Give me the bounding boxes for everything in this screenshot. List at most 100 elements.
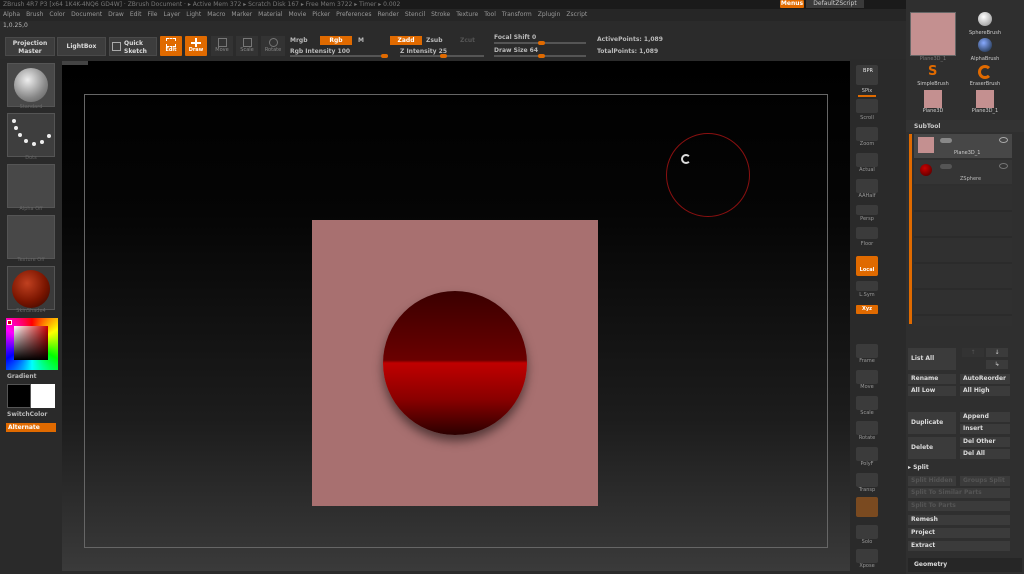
projection-master-button[interactable]: Projection Master	[5, 37, 55, 56]
plane3d-thumbnail[interactable]	[924, 90, 942, 108]
menu-item-layer[interactable]: Layer	[161, 9, 184, 21]
solo-icon[interactable]	[856, 525, 878, 539]
frame-icon[interactable]	[856, 344, 878, 358]
focal-shift-slider[interactable]	[494, 41, 586, 45]
visibility-eye-icon[interactable]	[999, 163, 1008, 169]
rgb-intensity-knob[interactable]	[381, 54, 388, 58]
canvas-scrollbar[interactable]	[62, 61, 88, 65]
subtool-scrollbar[interactable]	[909, 134, 912, 324]
draw-size-knob[interactable]	[538, 54, 545, 58]
xyz-button[interactable]: Xyz	[856, 305, 878, 314]
all-high-button[interactable]: All High	[960, 386, 1010, 396]
menu-item-texture[interactable]: Texture	[453, 9, 481, 21]
menu-item-zscript[interactable]: Zscript	[563, 9, 590, 21]
spix-label[interactable]: SPix	[852, 88, 882, 94]
xpose-icon[interactable]	[856, 549, 878, 563]
split-to-similar-parts-button[interactable]: Split To Similar Parts	[908, 488, 1010, 498]
groups-split-button[interactable]: Groups Split	[960, 476, 1010, 486]
all-low-button[interactable]: All Low	[908, 386, 956, 396]
quick-sketch-button[interactable]: Quick Sketch	[109, 37, 157, 56]
extract-button[interactable]: Extract	[908, 541, 1010, 551]
lsym-icon[interactable]	[856, 281, 878, 291]
actual-icon[interactable]	[856, 153, 878, 167]
transp-icon[interactable]	[856, 473, 878, 487]
duplicate-button[interactable]: Duplicate	[908, 412, 956, 434]
simple-brush-icon[interactable]: S	[928, 64, 937, 79]
move-button[interactable]: Move	[211, 36, 233, 56]
color-marker[interactable]	[7, 320, 12, 325]
texture-thumbnail[interactable]	[7, 215, 55, 259]
focal-shift-knob[interactable]	[538, 41, 545, 45]
split-section-header[interactable]: ▸ Split	[908, 464, 929, 471]
menu-item-color[interactable]: Color	[46, 9, 68, 21]
sphere-brush-icon[interactable]	[978, 12, 992, 26]
delete-button[interactable]: Delete	[908, 437, 956, 459]
remesh-button[interactable]: Remesh	[908, 515, 1010, 525]
draw-button[interactable]: Draw	[185, 36, 207, 56]
zoom-icon[interactable]	[856, 127, 878, 141]
spix-slider[interactable]	[858, 95, 876, 97]
persp-icon[interactable]	[856, 205, 878, 215]
document-canvas[interactable]	[62, 61, 850, 571]
del-other-button[interactable]: Del Other	[960, 437, 1010, 447]
list-all-button[interactable]: List All	[908, 348, 956, 370]
menu-item-render[interactable]: Render	[374, 9, 401, 21]
edit-button[interactable]: Edit	[160, 36, 182, 56]
subtool-item-zsphere[interactable]: ZSphere	[914, 160, 1012, 184]
color-picker[interactable]	[6, 318, 58, 370]
menu-item-light[interactable]: Light	[183, 9, 204, 21]
subtool-header[interactable]: SubTool	[906, 120, 1024, 132]
draw-size-slider[interactable]	[494, 54, 586, 58]
rgb-button[interactable]: Rgb	[320, 36, 352, 45]
sphere-mesh[interactable]	[383, 291, 527, 435]
subtool-toggle-icon[interactable]	[940, 164, 952, 169]
menu-item-macro[interactable]: Macro	[204, 9, 228, 21]
z-intensity-knob[interactable]	[440, 54, 447, 58]
rgb-intensity-slider[interactable]	[290, 54, 388, 58]
rename-button[interactable]: Rename	[908, 374, 956, 384]
current-tool-thumbnail[interactable]	[910, 12, 956, 56]
gradient-button[interactable]: Gradient	[7, 373, 37, 380]
menu-item-draw[interactable]: Draw	[105, 9, 127, 21]
brush-thumbnail[interactable]	[7, 63, 55, 107]
plane3d-1-thumbnail[interactable]	[976, 90, 994, 108]
floor-icon[interactable]	[856, 227, 878, 239]
ghost-button[interactable]	[856, 497, 878, 517]
alpha-brush-icon[interactable]	[978, 38, 992, 52]
lightbox-button[interactable]: LightBox	[57, 37, 106, 56]
arrow-turn-icon[interactable]: ↳	[986, 360, 1008, 369]
subtool-toggle-icon[interactable]	[940, 138, 952, 143]
insert-button[interactable]: Insert	[960, 424, 1010, 434]
menu-item-transform[interactable]: Transform	[499, 9, 535, 21]
material-thumbnail[interactable]	[7, 266, 55, 310]
arrow-down-icon[interactable]: ↓	[986, 348, 1008, 357]
project-button[interactable]: Project	[908, 528, 1010, 538]
subtool-item-plane3d-1[interactable]: Plane3D_1	[914, 134, 1012, 158]
menu-item-file[interactable]: File	[144, 9, 160, 21]
m-button[interactable]: M	[358, 37, 364, 44]
visibility-eye-icon[interactable]	[999, 137, 1008, 143]
scale-button[interactable]: Scale	[236, 36, 258, 56]
main-color-swatch[interactable]	[7, 384, 31, 408]
menu-item-edit[interactable]: Edit	[127, 9, 145, 21]
scale-view-icon[interactable]	[856, 396, 878, 410]
mrgb-button[interactable]: Mrgb	[290, 37, 308, 44]
rotate-view-icon[interactable]	[856, 421, 878, 435]
z-intensity-slider[interactable]	[400, 54, 484, 58]
menu-item-marker[interactable]: Marker	[228, 9, 255, 21]
arrow-up-icon[interactable]: ↑	[962, 348, 984, 357]
geometry-section-header[interactable]: Geometry	[908, 558, 1022, 572]
zsub-button[interactable]: Zsub	[426, 37, 443, 44]
menus-button[interactable]: Menus	[780, 0, 804, 8]
split-to-parts-button[interactable]: Split To Parts	[908, 501, 1010, 511]
del-all-button[interactable]: Del All	[960, 449, 1010, 459]
zadd-button[interactable]: Zadd	[390, 36, 422, 45]
rotate-mode-icon[interactable]	[856, 317, 878, 327]
menu-item-tool[interactable]: Tool	[481, 9, 499, 21]
secondary-color-swatch[interactable]	[31, 384, 55, 408]
eraser-brush-icon[interactable]	[978, 65, 992, 79]
aahalf-icon[interactable]	[856, 179, 878, 193]
alpha-thumbnail[interactable]	[7, 164, 55, 208]
split-hidden-button[interactable]: Split Hidden	[908, 476, 956, 486]
stroke-thumbnail[interactable]	[7, 113, 55, 157]
